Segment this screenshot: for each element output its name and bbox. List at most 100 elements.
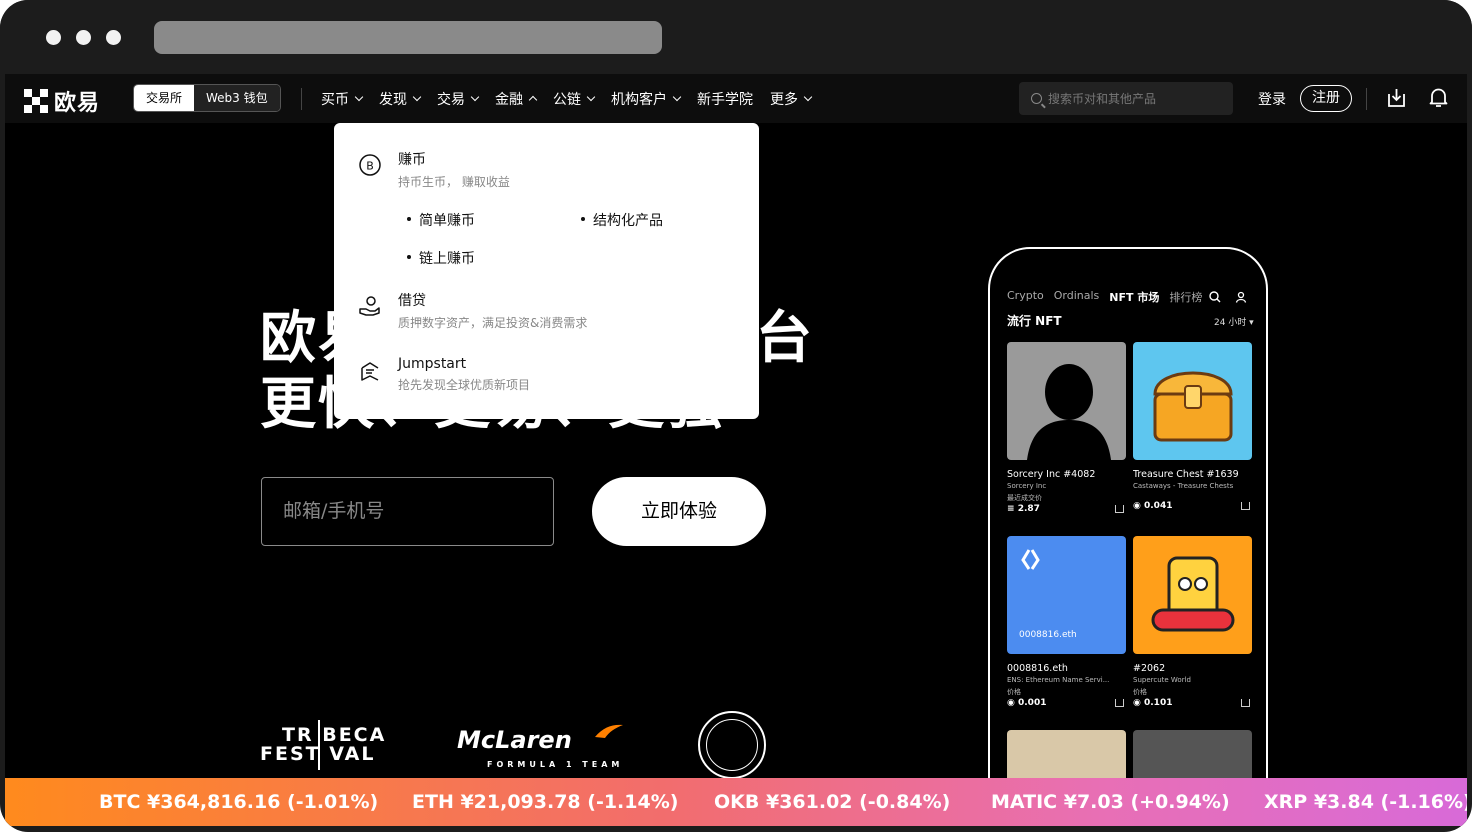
browser-chrome	[0, 0, 1472, 74]
bell-icon[interactable]	[1429, 87, 1448, 108]
chevron-down-icon	[412, 92, 422, 101]
dropdown-jumpstart[interactable]: Jumpstart 抢先发现全球优质新项目	[358, 356, 530, 393]
menu-label: 公链	[553, 91, 581, 108]
menu-chain[interactable]: 公链	[553, 89, 596, 109]
menu-label: 发现	[379, 91, 407, 108]
mancity-logo	[698, 711, 766, 779]
nav-divider	[1366, 88, 1367, 110]
address-bar[interactable]	[154, 21, 662, 54]
dropdown-structured-products[interactable]: 结构化产品	[581, 210, 663, 230]
nft-price-label: 价格	[1007, 688, 1021, 696]
menu-label: 机构客户	[611, 91, 667, 108]
nft-price-value: 2.87	[1017, 504, 1040, 514]
chevron-down-icon	[672, 92, 682, 101]
exchange-tab[interactable]: 交易所	[134, 85, 195, 111]
try-now-button[interactable]: 立即体验	[592, 477, 766, 546]
finance-dropdown: B 赚币 持币生币， 赚取收益 简单赚币 结构化产品 链上赚币 借贷 质押数字资…	[334, 123, 759, 419]
okx-logo[interactable]: 欧易	[24, 85, 100, 117]
phone-tab-crypto: Crypto	[1007, 289, 1044, 302]
signup-button[interactable]: 注册	[1300, 85, 1352, 112]
menu-label: 交易	[437, 91, 465, 108]
mclaren-swoosh-icon	[595, 724, 623, 738]
hand-coin-icon	[359, 296, 380, 316]
main-menu: 买币 发现 交易 金融 公链 机构客户 新手学院 更多	[321, 74, 828, 123]
chevron-down-icon	[470, 92, 480, 101]
search-input[interactable]: 搜索币对和其他产品	[1019, 82, 1233, 115]
menu-institutional[interactable]: 机构客户	[611, 89, 682, 109]
tribeca-bar	[318, 720, 320, 770]
cart-icon	[1115, 505, 1124, 513]
menu-buy-crypto[interactable]: 买币	[321, 89, 364, 109]
nft-image	[1007, 342, 1126, 460]
phone-tab-nft: NFT 市场	[1109, 291, 1160, 304]
ticker-xrp[interactable]: XRP ¥3.84 (-1.16%)	[1264, 791, 1467, 813]
web3-wallet-tab[interactable]: Web3 钱包	[194, 85, 280, 111]
phone-mockup: Crypto Ordinals NFT 市场 排行榜 流行 NFT 24 小时 …	[988, 247, 1268, 826]
window-maximize-button[interactable]	[106, 30, 121, 45]
nft-name: #2062	[1133, 663, 1166, 674]
dropdown-simple-earn[interactable]: 简单赚币	[407, 210, 475, 230]
search-placeholder: 搜索币对和其他产品	[1048, 92, 1157, 106]
nft-price-label: 最近成交价	[1007, 494, 1042, 502]
menu-trade[interactable]: 交易	[437, 89, 480, 109]
menu-finance[interactable]: 金融	[495, 89, 538, 109]
phone-tabs: Crypto Ordinals NFT 市场 排行榜	[1007, 289, 1202, 305]
top-nav: 欧易 交易所 Web3 钱包 买币 发现 交易 金融 公链 机构客户 新手学院 …	[5, 74, 1467, 123]
nft-price-value: 0.101	[1144, 698, 1173, 708]
nft-collection: Castaways - Treasure Chests	[1133, 482, 1234, 490]
treasure-chest-icon	[1153, 371, 1233, 442]
ticker-btc[interactable]: BTC ¥364,816.16 (-1.01%)	[99, 791, 378, 813]
download-icon[interactable]	[1387, 88, 1406, 108]
nft-price: ◉ 0.101	[1133, 698, 1173, 708]
okx-logo-icon	[24, 89, 48, 113]
phone-user-icon	[1235, 291, 1247, 303]
nft-card: 0008816.eth 0008816.eth ENS: Ethereum Na…	[1007, 536, 1126, 708]
search-icon	[1031, 93, 1042, 104]
hero-line1-tail: 台	[756, 306, 814, 371]
phone-time-filter: 24 小时 ▾	[1214, 318, 1254, 328]
menu-label: 买币	[321, 91, 349, 108]
price-ticker: BTC ¥364,816.16 (-1.01%) ETH ¥21,093.78 …	[5, 778, 1467, 826]
page-viewport: 欧易 交易所 Web3 钱包 买币 发现 交易 金融 公链 机构客户 新手学院 …	[5, 74, 1467, 826]
nft-image-text: 0008816.eth	[1019, 630, 1077, 640]
nft-image	[1133, 536, 1252, 654]
cart-icon	[1241, 699, 1250, 707]
silhouette-icon	[1027, 364, 1111, 460]
chevron-down-icon	[586, 92, 596, 101]
nft-price-label: 价格	[1133, 688, 1147, 696]
jumpstart-subtitle: 抢先发现全球优质新项目	[398, 378, 531, 392]
nft-price: ◉ 0.001	[1007, 698, 1047, 708]
jumpstart-title: Jumpstart	[398, 356, 467, 372]
rocket-list-icon	[361, 362, 379, 381]
window-close-button[interactable]	[46, 30, 61, 45]
supercute-character-icon	[1151, 556, 1235, 632]
menu-label: 新手学院	[697, 91, 753, 108]
mclaren-logo: McLaren FORMULA 1 TEAM	[457, 724, 623, 769]
nft-card: #2062 Supercute World 价格 ◉ 0.101	[1133, 536, 1252, 708]
menu-more[interactable]: 更多	[770, 89, 813, 109]
login-link[interactable]: 登录	[1258, 89, 1286, 109]
dropdown-loan[interactable]: 借贷 质押数字资产，满足投资&消费需求	[358, 290, 587, 331]
email-phone-input[interactable]: 邮箱/手机号	[261, 477, 554, 546]
chevron-down-icon	[803, 92, 813, 101]
nft-collection: ENS: Ethereum Name Servi...	[1007, 676, 1110, 684]
earn-title: 赚币	[398, 152, 426, 168]
bitcoin-coin-icon: B	[359, 154, 381, 176]
ticker-okb[interactable]: OKB ¥361.02 (-0.84%)	[714, 791, 950, 813]
phone-tab-ordinals: Ordinals	[1053, 289, 1100, 302]
nav-divider	[301, 88, 302, 110]
nft-name: 0008816.eth	[1007, 663, 1068, 674]
phone-search-icon	[1209, 291, 1221, 303]
menu-academy[interactable]: 新手学院	[697, 89, 753, 109]
dropdown-onchain-earn[interactable]: 链上赚币	[407, 248, 475, 268]
chevron-down-icon	[354, 92, 364, 101]
window-minimize-button[interactable]	[76, 30, 91, 45]
cart-icon	[1115, 699, 1124, 707]
menu-label: 金融	[495, 91, 523, 108]
nft-price-value: 0.041	[1144, 501, 1173, 511]
mancity-crest	[706, 719, 758, 771]
ticker-eth[interactable]: ETH ¥21,093.78 (-1.14%)	[412, 791, 678, 813]
menu-discover[interactable]: 发现	[379, 89, 422, 109]
dropdown-earn[interactable]: B 赚币 持币生币， 赚取收益	[358, 149, 510, 190]
ticker-matic[interactable]: MATIC ¥7.03 (+0.94%)	[991, 791, 1230, 813]
